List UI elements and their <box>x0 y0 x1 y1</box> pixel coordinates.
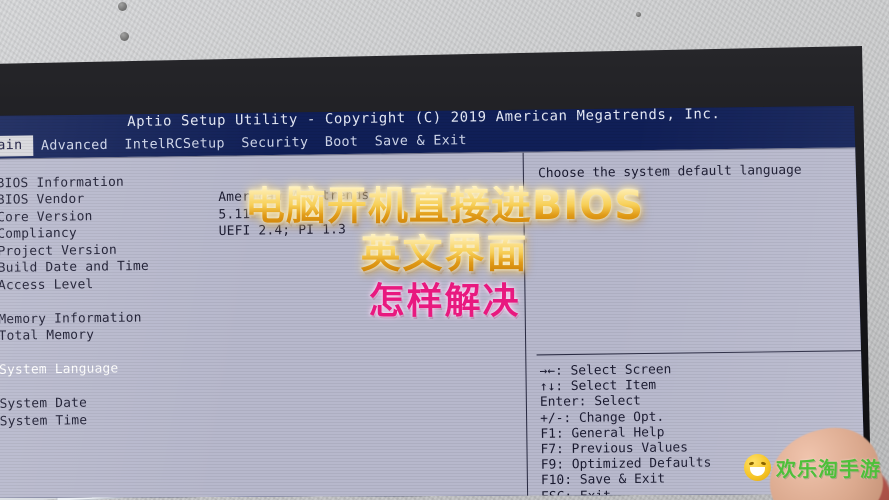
settings-row-label: Core Version <box>0 207 93 225</box>
monitor-bezel: Aptio Setup Utility - Copyright (C) 2019… <box>0 46 871 498</box>
settings-row-value <box>219 261 517 265</box>
settings-row-label: Access Level <box>0 275 94 293</box>
settings-row-label: Build Date and Time <box>0 257 150 276</box>
help-divider <box>536 350 864 356</box>
settings-row-value <box>221 397 519 401</box>
keyboard-legend-action: General Help <box>571 423 665 441</box>
keyboard-legend-action: Select <box>594 392 641 409</box>
settings-row-label: System Time <box>0 411 88 429</box>
smiley-icon <box>744 454 771 481</box>
wall-screw-icon <box>118 2 127 11</box>
tab-boot[interactable]: Boot <box>316 133 366 152</box>
smiley-eye-left <box>748 461 755 466</box>
monitor-screen: Aptio Setup Utility - Copyright (C) 2019… <box>0 106 866 498</box>
settings-list-pane: BIOS Information BIOS Vendor American Mega… <box>0 153 527 498</box>
watermark: 欢乐淘手游 <box>744 453 881 482</box>
bios-content-panel: BIOS Information BIOS Vendor American Mega… <box>0 147 866 498</box>
settings-row-label: System Date <box>0 394 88 412</box>
keyboard-legend-separator: : <box>563 409 572 425</box>
keyboard-legend-key: F9 <box>540 456 557 473</box>
settings-row-label: System Language <box>0 360 119 378</box>
keyboard-legend-action: Select Item <box>570 376 657 394</box>
watermark-text: 欢乐淘手游 <box>776 457 881 481</box>
keyboard-legend-separator: : <box>555 424 564 441</box>
settings-row-label: Compliancy <box>0 224 77 242</box>
settings-row-value <box>220 363 518 367</box>
settings-row-value <box>219 244 517 248</box>
tab-security[interactable]: Security <box>233 134 317 154</box>
help-text: Choose the system default language <box>537 161 802 181</box>
keyboard-legend-action: Change Opt. <box>578 407 665 425</box>
settings-row-value <box>218 176 516 180</box>
keyboard-legend-action: Save & Exit <box>579 470 666 488</box>
settings-row-label: BIOS Vendor <box>0 190 85 208</box>
settings-rows[interactable]: BIOS Information BIOS Vendor American Mega… <box>0 167 520 429</box>
keyboard-legend-separator: : <box>564 471 573 488</box>
keyboard-legend-separator: : <box>555 377 564 394</box>
wall-screw-icon <box>120 32 129 41</box>
keyboard-legend-action: Select Screen <box>570 360 672 378</box>
keyboard-legend-key: F1 <box>540 425 557 441</box>
smiley-mouth <box>750 467 765 476</box>
tab-save-and-exit[interactable]: Save & Exit <box>366 132 475 152</box>
settings-row-value <box>220 312 518 316</box>
keyboard-legend-key: +/- <box>540 409 564 426</box>
keyboard-legend-key: →← <box>539 362 556 379</box>
settings-row-label: Project Version <box>0 241 117 259</box>
tab-intelrcsetup[interactable]: IntelRCSetup <box>116 135 233 155</box>
keyboard-legend-action: Optimized Defaults <box>571 454 712 472</box>
settings-row-label: Total Memory <box>0 326 95 344</box>
keyboard-legend-separator: : <box>556 440 564 457</box>
tab-main[interactable]: Main <box>0 135 33 157</box>
settings-row-value <box>221 414 519 418</box>
tab-advanced[interactable]: Advanced <box>33 136 117 156</box>
settings-row-label: BIOS Information <box>0 173 125 191</box>
wall-screw-icon <box>636 12 641 17</box>
smiley-eye-right <box>760 461 767 466</box>
keyboard-legend-key: F7 <box>540 440 557 457</box>
keyboard-legend-separator: : <box>554 362 563 378</box>
keyboard-legend-key: Enter <box>539 393 579 410</box>
screenshot-root: 平安小组 Aptio Setup Utility - Copyright (C)… <box>0 0 889 500</box>
keyboard-legend-key: ↑↓ <box>539 378 556 394</box>
settings-row-value <box>219 278 517 282</box>
settings-row-value <box>220 329 518 333</box>
keyboard-legend-action: Previous Values <box>571 438 688 456</box>
keyboard-legend-separator: : <box>578 393 587 409</box>
keyboard-legend-separator: : <box>556 456 565 472</box>
keyboard-legend-key: F10 <box>540 471 565 488</box>
settings-row-label: Memory Information <box>0 308 142 327</box>
